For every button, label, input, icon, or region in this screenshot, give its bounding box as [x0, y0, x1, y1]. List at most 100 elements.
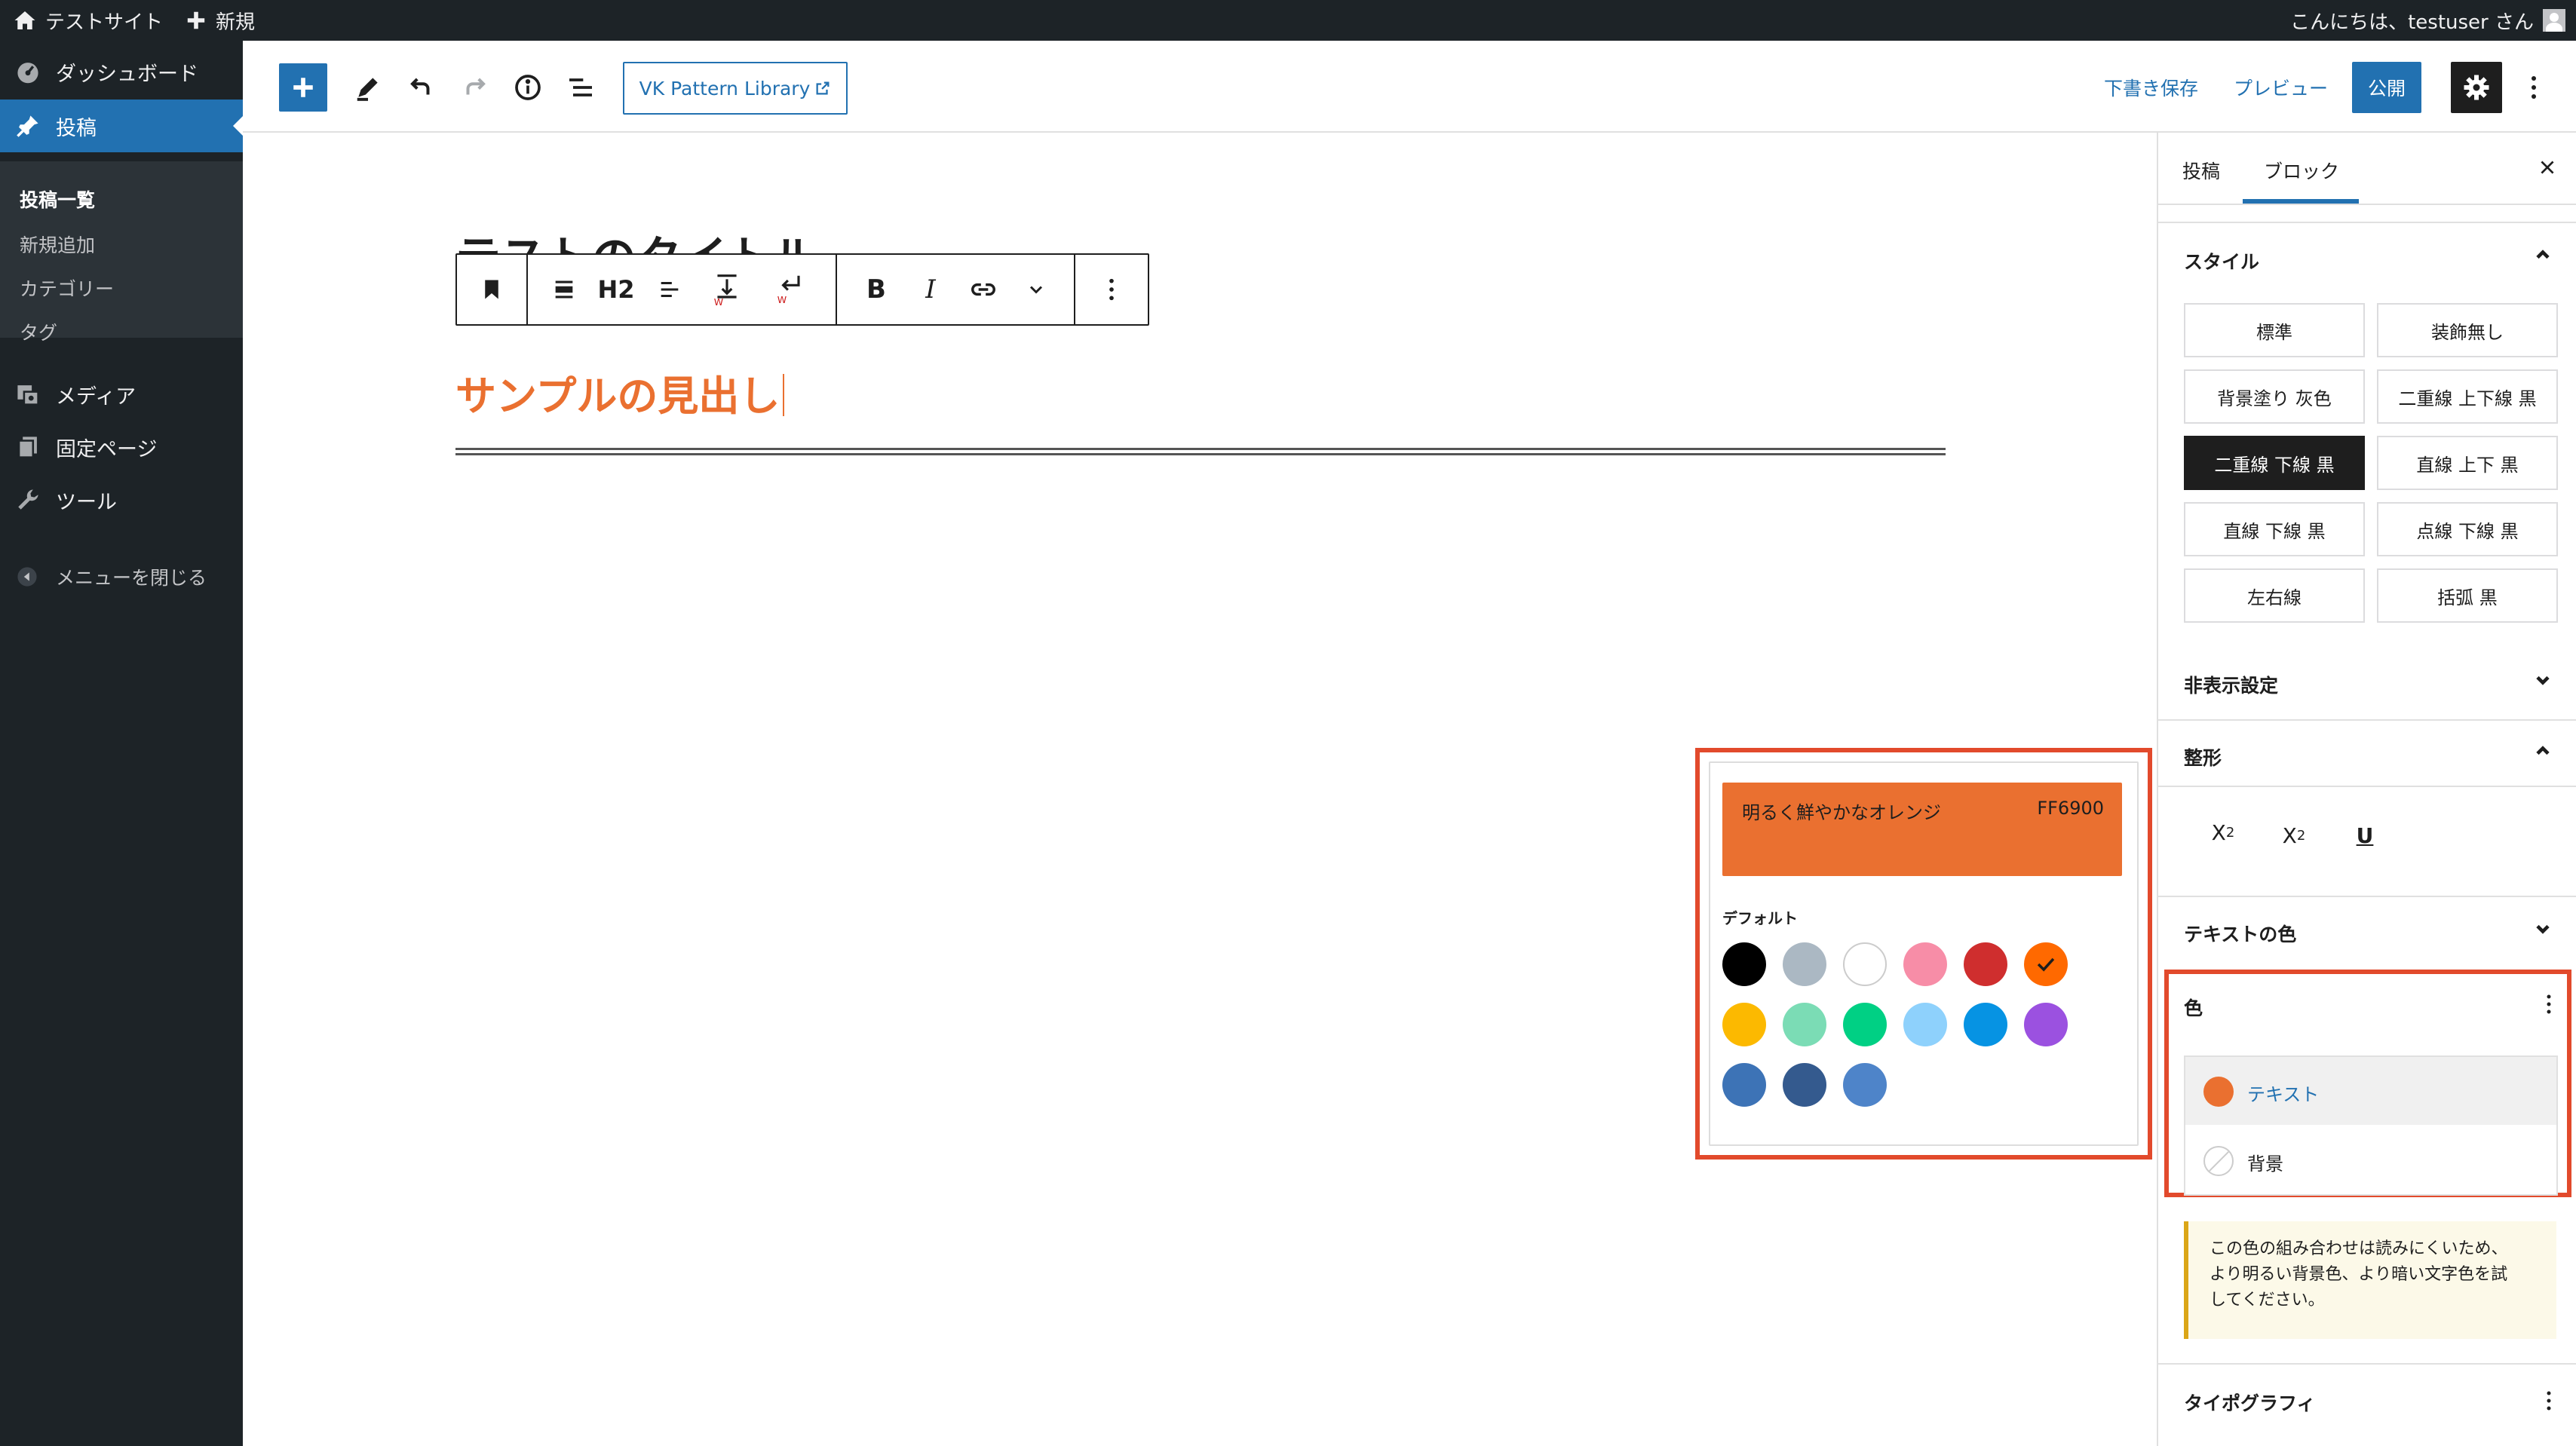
superscript-button[interactable]: X2: [2202, 811, 2244, 853]
panel-divider: [2158, 786, 2576, 787]
text-color-panel-title[interactable]: テキストの色: [2184, 920, 2296, 947]
submenu-categories[interactable]: カテゴリー: [20, 274, 114, 302]
style-panel-title[interactable]: スタイル: [2184, 247, 2259, 274]
editor-header: VK Pattern Library 下書き保存 プレビュー 公開: [243, 41, 2576, 133]
color-swatch[interactable]: [1964, 1003, 2007, 1046]
color-swatch[interactable]: [1964, 942, 2007, 986]
close-sidebar-button[interactable]: [2531, 151, 2564, 184]
subscript-mark: 2: [2296, 827, 2306, 844]
settings-sidebar: 投稿 ブロック スタイル 標準 装飾無し 背景塗り 灰色 二重線 上下線 黒二重線 下…: [2157, 133, 2576, 1446]
menu-item-posts[interactable]: 投稿: [0, 100, 243, 152]
italic-button[interactable]: I: [909, 268, 952, 311]
vk-pattern-library-button[interactable]: VK Pattern Library: [623, 62, 848, 115]
bold-button[interactable]: B: [855, 268, 897, 311]
link-button[interactable]: [962, 268, 1004, 311]
submenu-all-posts[interactable]: 投稿一覧: [20, 185, 95, 213]
color-swatch[interactable]: [1843, 1063, 1887, 1107]
color-swatch[interactable]: [1843, 1003, 1887, 1046]
color-swatch[interactable]: [1783, 1003, 1826, 1046]
preview-button[interactable]: プレビュー: [2234, 63, 2328, 112]
color-item-text[interactable]: テキスト: [2184, 1055, 2558, 1126]
chevron-down-icon[interactable]: [2532, 918, 2553, 939]
color-swatch[interactable]: [1843, 942, 1887, 986]
style-option-button[interactable]: 直線 下線 黒: [2184, 502, 2365, 556]
options-menu-button[interactable]: [2519, 66, 2549, 109]
chevron-down-icon[interactable]: [2532, 669, 2553, 691]
tools-button[interactable]: [347, 66, 389, 109]
align-button[interactable]: [543, 268, 585, 311]
color-swatch[interactable]: [1783, 1063, 1826, 1107]
style-option-button[interactable]: 左右線: [2184, 568, 2365, 623]
heading-block[interactable]: サンプルの見出し: [455, 368, 785, 425]
style-option-button[interactable]: 標準: [2184, 303, 2365, 357]
plus-icon: [187, 11, 205, 29]
color-panel-options-button[interactable]: [2538, 988, 2559, 1021]
admin-menu: ダッシュボード 投稿 投稿一覧 新規追加 カテゴリー タグ メディア 固定ページ…: [0, 41, 243, 1446]
contrast-warning-line-2: より明るい背景色、より暗い文字色を試: [2210, 1265, 2508, 1284]
my-account[interactable]: こんにちは、testuser さん: [2290, 0, 2565, 41]
typography-options-button[interactable]: [2538, 1384, 2559, 1417]
submenu-add-new[interactable]: 新規追加: [20, 231, 95, 258]
style-option-button[interactable]: 二重線 下線 黒: [2184, 436, 2365, 490]
svg-text:W: W: [777, 294, 787, 305]
enter-icon: W: [777, 275, 800, 305]
chevron-up-icon[interactable]: [2532, 740, 2553, 761]
color-swatch[interactable]: [2024, 1003, 2068, 1046]
block-options-button[interactable]: [1090, 268, 1133, 311]
style-option-button[interactable]: 点線 下線 黒: [2377, 502, 2558, 556]
details-button[interactable]: [507, 66, 549, 109]
style-option-button[interactable]: 括弧 黒: [2377, 568, 2558, 623]
menu-item-dashboard[interactable]: ダッシュボード: [0, 45, 243, 98]
underline-button[interactable]: U: [2344, 814, 2386, 856]
new-content-link[interactable]: 新規: [186, 0, 255, 41]
color-swatch[interactable]: [1903, 1003, 1947, 1046]
style-option-button[interactable]: 直線 上下 黒: [2377, 436, 2558, 490]
text-align-button[interactable]: [649, 268, 691, 311]
bookmark-icon: [485, 280, 498, 299]
block-type-button[interactable]: [457, 255, 528, 324]
style-option-button[interactable]: 背景塗り 灰色: [2184, 369, 2365, 424]
settings-button[interactable]: [2451, 62, 2502, 113]
list-view-button[interactable]: [560, 66, 602, 109]
color-swatch[interactable]: [1722, 1063, 1766, 1107]
menu-item-tools[interactable]: ツール: [0, 473, 243, 526]
add-block-button[interactable]: [279, 63, 327, 112]
spacing-button[interactable]: W: [706, 265, 748, 312]
color-swatch[interactable]: [1722, 1003, 1766, 1046]
color-panel-title: 色: [2184, 997, 2203, 1019]
color-swatch[interactable]: [1722, 942, 1766, 986]
subscript-button[interactable]: X2: [2273, 814, 2315, 856]
vk-pattern-library-label: VK Pattern Library: [639, 77, 811, 100]
save-draft-button[interactable]: 下書き保存: [2104, 63, 2198, 112]
color-swatch[interactable]: [1903, 942, 1947, 986]
typography-panel-title[interactable]: タイポグラフィ: [2184, 1389, 2316, 1416]
hidden-settings-title[interactable]: 非表示設定: [2184, 671, 2278, 698]
collapse-menu-button[interactable]: メニューを閉じる: [0, 550, 243, 603]
admin-bar: テストサイト 新規 こんにちは、testuser さん: [0, 0, 2576, 41]
color-swatch[interactable]: [1783, 942, 1826, 986]
publish-button[interactable]: 公開: [2352, 62, 2421, 113]
submenu-tags[interactable]: タグ: [20, 318, 57, 345]
menu-item-pages[interactable]: 固定ページ: [0, 421, 243, 473]
undo-button[interactable]: [400, 66, 442, 109]
more-formats-button[interactable]: [1015, 268, 1057, 311]
tab-post[interactable]: 投稿: [2182, 157, 2220, 184]
format-panel-title[interactable]: 整形: [2184, 743, 2222, 770]
line-break-button[interactable]: W: [769, 265, 811, 312]
collapse-arrow-icon: [17, 567, 37, 587]
color-item-background[interactable]: 背景: [2184, 1125, 2558, 1196]
heading-level-button[interactable]: H2: [593, 268, 639, 311]
site-name-link[interactable]: テストサイト: [14, 0, 163, 41]
redo-button[interactable]: [454, 66, 496, 109]
tab-block[interactable]: ブロック: [2264, 157, 2339, 184]
style-option-button[interactable]: 装飾無し: [2377, 303, 2558, 357]
color-item-text-label: テキスト: [2247, 1084, 2320, 1105]
chevron-up-icon[interactable]: [2532, 244, 2553, 265]
style-option-button[interactable]: 二重線 上下線 黒: [2377, 369, 2558, 424]
color-swatch[interactable]: [2024, 942, 2068, 986]
checkmark-icon: [2037, 957, 2055, 972]
align-wide-icon: [555, 280, 573, 299]
publish-label: 公開: [2367, 78, 2406, 100]
menu-item-media[interactable]: メディア: [0, 368, 243, 421]
link-icon: [971, 283, 995, 296]
